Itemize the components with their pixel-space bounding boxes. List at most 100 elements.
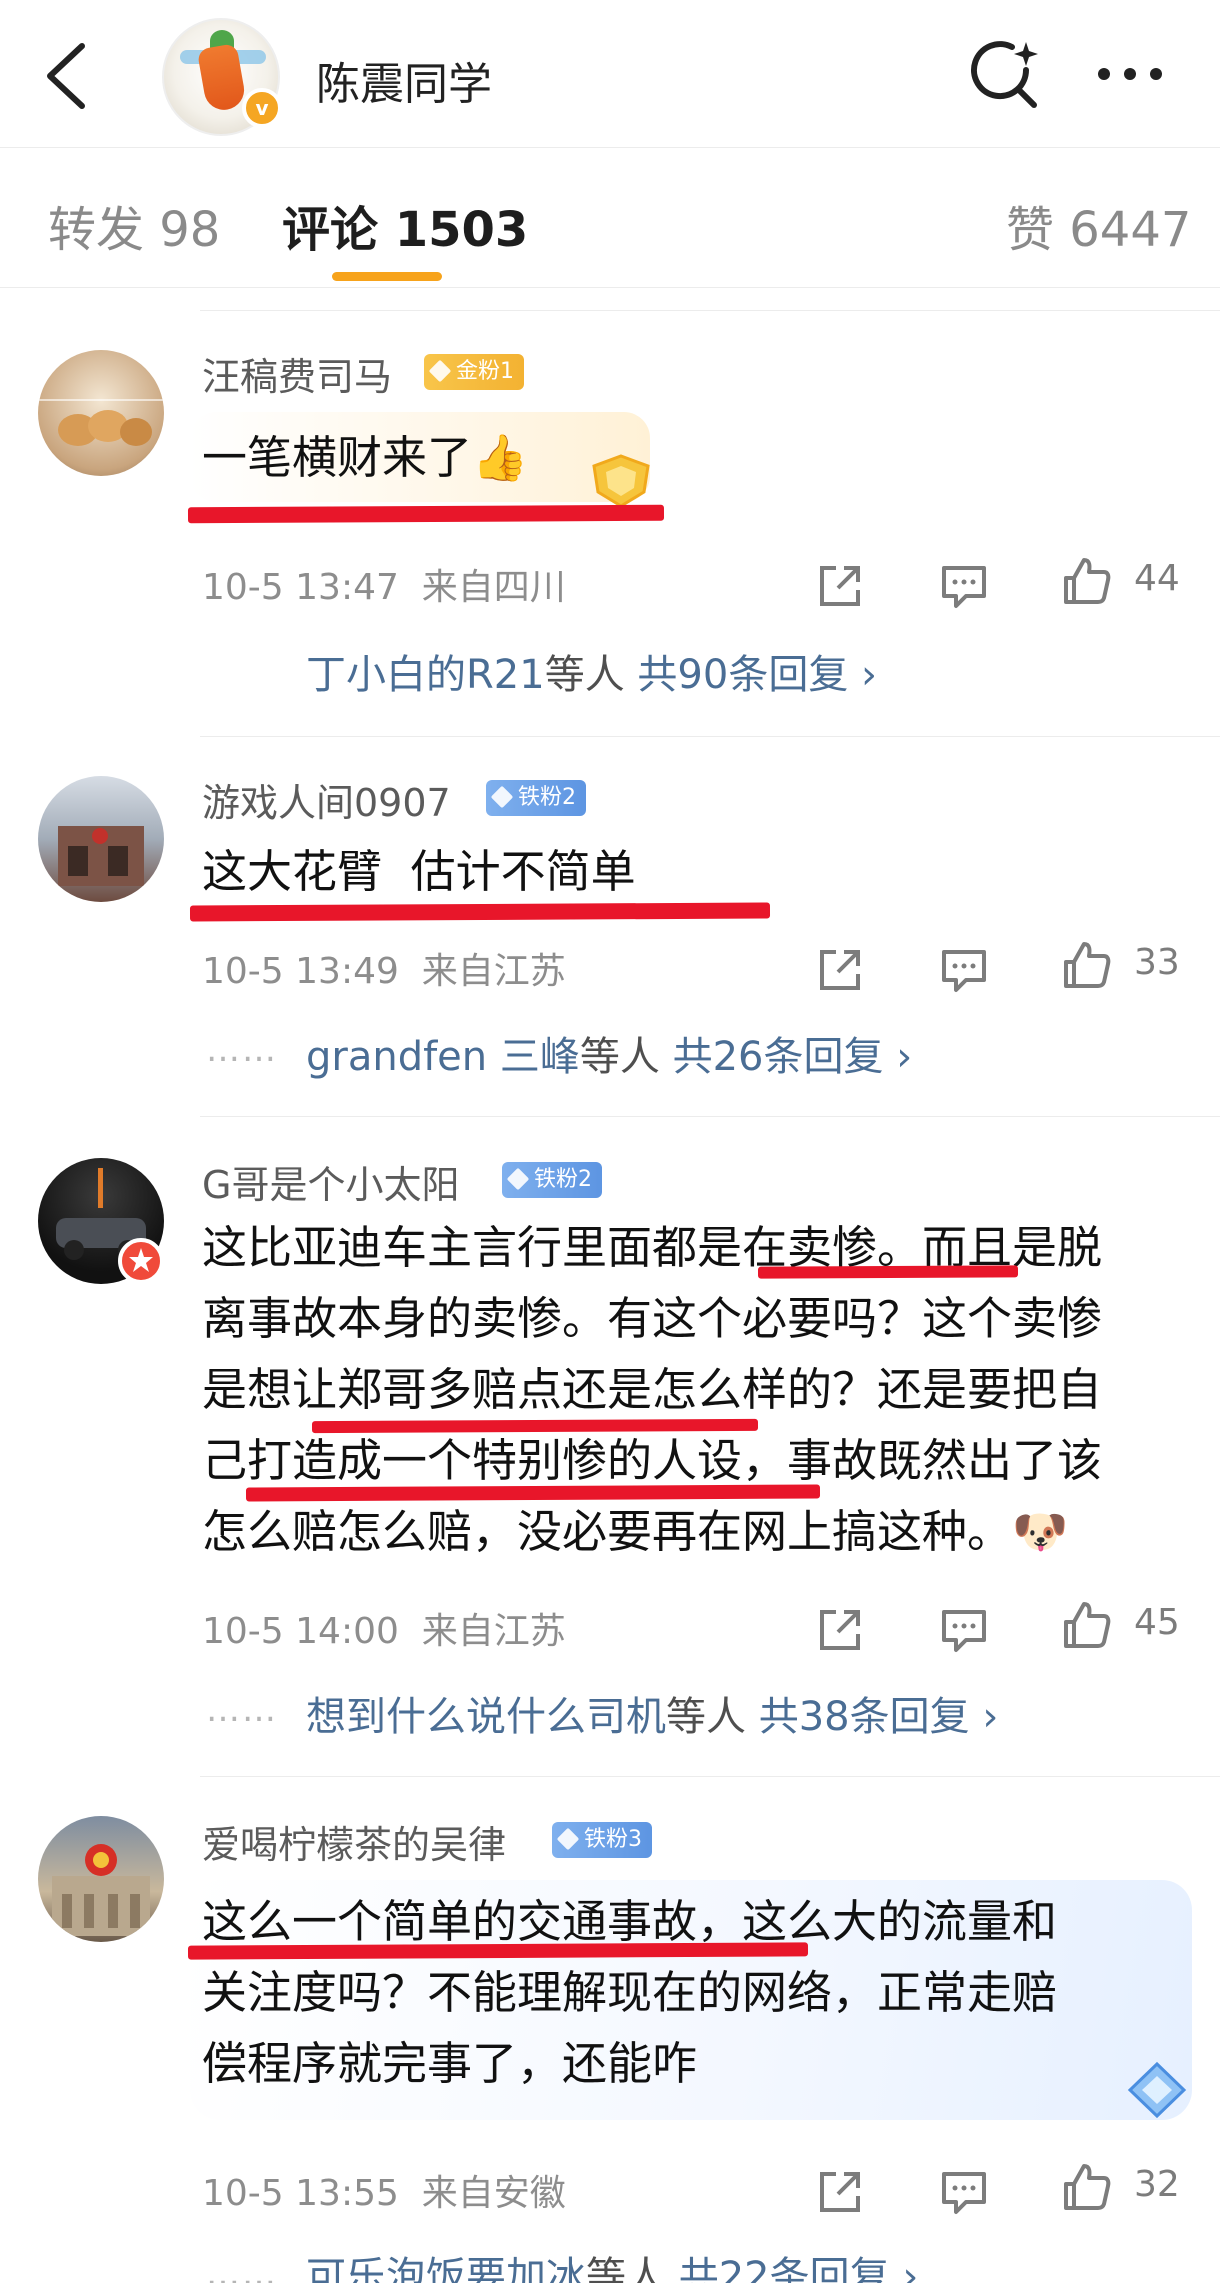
comment-text: 一笔横财来了👍 [202,431,529,484]
like-count: 44 [1134,558,1180,599]
commenter-name[interactable]: 游戏人间0907 [202,772,451,827]
comment-text-line: 偿程序就完事了，还能咋 [202,2037,698,2090]
avatar-art [58,826,144,886]
fan-badge-label: 铁粉2 [518,785,576,810]
sparkle-search-icon [971,41,1038,108]
active-tab-indicator [332,272,442,281]
comment-time: 10-5 14:00 [202,1611,399,1652]
comment-icon[interactable] [938,560,990,612]
divider [200,1776,1220,1777]
divider [200,736,1220,737]
tab-comments[interactable]: 评论 1503 [282,190,528,260]
top-nav-bar: v 陈震同学 [0,0,1220,148]
comment-time: 10-5 13:49 [202,951,399,992]
comment-icon[interactable] [938,1604,990,1656]
fan-badge-label: 铁粉3 [584,1827,642,1852]
chevron-left-icon [47,43,85,109]
reply-dots: …… [206,1690,278,1730]
comment-location: 来自江苏 [421,1611,566,1652]
commenter-name[interactable]: 爱喝柠檬茶的吴律 [202,1814,506,1869]
reply-users: 可乐泡饭要加冰 [306,2254,586,2283]
red-underline-annotation [187,504,665,524]
fan-badge-label: 铁粉2 [534,1167,592,1192]
comment-icon[interactable] [938,2166,990,2218]
reply-etc: 等人 [586,2254,666,2283]
diamond-icon [490,785,514,809]
diamond-icon [506,1167,530,1191]
reply-etc: 等人 [666,1694,746,1740]
crown-icon [428,359,452,383]
thumbs-up-icon[interactable] [1060,940,1112,992]
comment-location: 来自安徽 [421,2173,566,2214]
share-icon[interactable] [814,944,866,996]
reply-total: 共22条回复 › [678,2254,919,2283]
search-button[interactable] [966,36,1042,112]
divider [200,1116,1220,1117]
fan-badge: 金粉1 [424,354,524,390]
page-title[interactable]: 陈震同学 [316,48,492,112]
profile-avatar[interactable]: v [162,18,282,136]
comment-location: 来自四川 [421,567,566,608]
comment-time: 10-5 13:55 [202,2173,399,2214]
more-dots-icon [1098,68,1162,80]
red-underline-annotation [757,1265,1019,1279]
comment-meta: 10-5 13:49 来自江苏 [202,942,566,994]
reply-total: 共26条回复 › [672,1034,913,1080]
comment-meta: 10-5 13:55 来自安徽 [202,2164,566,2216]
comment-text-line: 离事故本身的卖惨。有这个必要吗？这个卖惨 [202,1292,1103,1345]
comment-text-line: 关注度吗？不能理解现在的网络，正常走赔 [202,1966,1058,2019]
reply-etc: 等人 [544,652,625,698]
comment-icon[interactable] [938,944,990,996]
thumbs-up-icon[interactable] [1060,556,1112,608]
reply-etc: 等人 [579,1034,660,1080]
replies-link[interactable]: 想到什么说什么司机等人 共38条回复 › [306,1684,998,1742]
commenter-name[interactable]: 汪稿费司马 [202,346,392,401]
replies-link[interactable]: grandfen 三峰等人 共26条回复 › [306,1024,912,1082]
back-button[interactable] [38,38,94,114]
tab-forward[interactable]: 转发 98 [48,190,220,260]
comment-text: 这么一个简单的交通事故，这么大的流量和 关注度吗？不能理解现在的网络，正常走赔 … [202,1886,1182,2099]
reply-users: grandfen 三峰 [306,1034,580,1080]
reply-users: 丁小白的R21 [306,652,545,698]
commenter-name[interactable]: G哥是个小太阳 [202,1154,459,1209]
like-count: 32 [1134,2164,1180,2205]
avatar-art [52,1844,150,1936]
fan-badge-label: 金粉1 [456,359,514,384]
comment-text-line: 这比亚迪车主言行里面都是在卖惨。而且是脱 [202,1221,1103,1274]
reply-dots: …… [206,2254,278,2283]
share-icon[interactable] [814,2166,866,2218]
comment-location: 来自江苏 [421,951,566,992]
share-icon[interactable] [814,560,866,612]
comment-text-line: 怎么赔怎么赔，没必要再在网上搞这种。🐶 [202,1505,1069,1558]
commenter-avatar[interactable] [38,1816,164,1942]
like-count: 33 [1134,942,1180,983]
share-icon[interactable] [814,1604,866,1656]
reply-total: 共90条回复 › [637,652,878,698]
red-underline-annotation [189,902,771,922]
like-count: 45 [1134,1602,1180,1643]
comment-text-line: 是想让郑哥多赔点还是怎么样的？还是要把自 [202,1363,1103,1416]
red-underline-annotation [245,1484,821,1502]
reply-total: 共38条回复 › [758,1694,999,1740]
fan-badge: 铁粉3 [552,1822,652,1858]
replies-link[interactable]: 可乐泡饭要加冰等人 共22条回复 › [306,2244,918,2283]
red-underline-annotation [311,1418,759,1434]
replies-link[interactable]: 丁小白的R21等人 共90条回复 › [306,642,877,700]
avatar-art [38,399,164,446]
commenter-avatar[interactable] [38,350,164,476]
divider [200,310,1220,311]
reply-users: 想到什么说什么司机 [306,1694,666,1740]
fan-badge: 铁粉2 [486,780,586,816]
tab-bar: 转发 98 评论 1503 赞 6447 [0,148,1220,288]
star-badge-icon [118,1238,164,1284]
thumbs-up-icon[interactable] [1060,2162,1112,2214]
diamond-icon [556,1827,580,1851]
commenter-avatar[interactable] [38,776,164,902]
comment-meta: 10-5 14:00 来自江苏 [202,1602,566,1654]
comment-text: 这大花臂 估计不简单 [202,845,636,898]
tab-likes[interactable]: 赞 6447 [1006,190,1191,260]
more-button[interactable] [1090,52,1170,96]
thumbs-up-icon[interactable] [1060,1600,1112,1652]
comment-time: 10-5 13:47 [202,567,399,608]
reply-dots: …… [206,1030,278,1070]
